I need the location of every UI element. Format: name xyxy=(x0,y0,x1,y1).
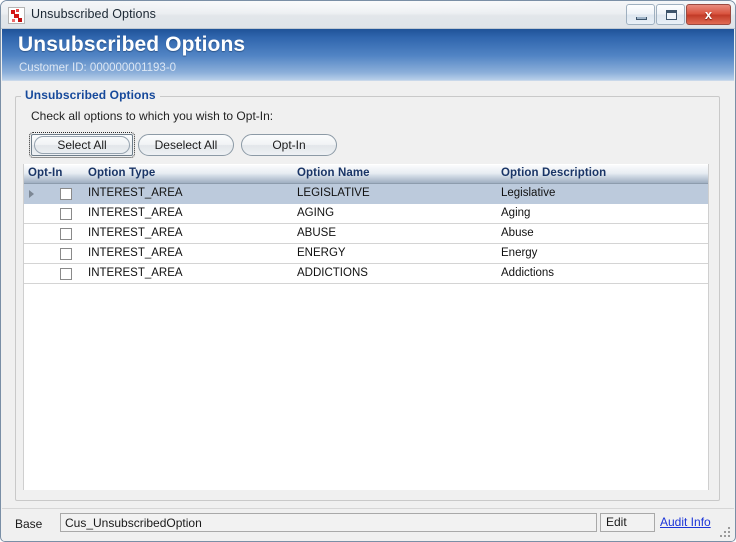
minimize-button[interactable] xyxy=(626,4,655,25)
instructions-text: Check all options to which you wish to O… xyxy=(31,109,274,123)
cell-option-type: INTEREST_AREA xyxy=(88,187,183,199)
select-all-button[interactable]: Select All xyxy=(29,132,135,158)
audit-info-link[interactable]: Audit Info xyxy=(660,515,711,529)
application-window: Unsubscribed Options x Unsubscribed Opti… xyxy=(0,0,736,542)
title-bar[interactable]: Unsubscribed Options x xyxy=(1,1,735,29)
cell-option-type: INTEREST_AREA xyxy=(88,207,183,219)
opt-in-button-label: Opt-In xyxy=(272,138,306,152)
deselect-all-button[interactable]: Deselect All xyxy=(138,134,234,156)
minimize-icon xyxy=(636,17,647,20)
opt-in-checkbox[interactable] xyxy=(60,188,72,200)
cell-option-name: AGING xyxy=(297,207,335,219)
cell-option-type: INTEREST_AREA xyxy=(88,247,183,259)
resize-grip-icon[interactable] xyxy=(719,526,731,538)
base-value-field[interactable]: Cus_UnsubscribedOption xyxy=(60,513,597,532)
opt-in-checkbox[interactable] xyxy=(60,228,72,240)
customer-id-label: Customer ID: 000000001193-0 xyxy=(19,62,177,74)
cell-option-name: LEGISLATIVE xyxy=(297,187,370,199)
options-data-grid[interactable]: Opt-In Option Type Option Name Option De… xyxy=(23,164,709,490)
deselect-all-button-label: Deselect All xyxy=(154,138,218,152)
table-row[interactable]: INTEREST_AREA ENERGY Energy xyxy=(24,244,708,264)
maximize-icon xyxy=(666,10,677,20)
close-button[interactable]: x xyxy=(686,4,731,25)
cell-option-name: ADDICTIONS xyxy=(297,267,368,279)
column-header-opt-in[interactable]: Opt-In xyxy=(28,167,62,179)
window-title: Unsubscribed Options xyxy=(31,7,156,21)
edit-button[interactable]: Edit xyxy=(600,513,655,532)
column-header-option-type[interactable]: Option Type xyxy=(88,167,155,179)
cell-option-name: ENERGY xyxy=(297,247,346,259)
column-header-option-description[interactable]: Option Description xyxy=(501,167,606,179)
cell-option-description: Aging xyxy=(501,207,531,219)
app-icon xyxy=(8,7,25,24)
opt-in-button[interactable]: Opt-In xyxy=(241,134,337,156)
cell-option-description: Addictions xyxy=(501,267,555,279)
page-title: Unsubscribed Options xyxy=(18,33,246,56)
cell-option-name: ABUSE xyxy=(297,227,336,239)
cell-option-description: Energy xyxy=(501,247,538,259)
table-row[interactable]: INTEREST_AREA ADDICTIONS Addictions xyxy=(24,264,708,284)
cell-option-type: INTEREST_AREA xyxy=(88,227,183,239)
base-label: Base xyxy=(15,517,43,531)
grid-header-row: Opt-In Option Type Option Name Option De… xyxy=(24,165,708,184)
groupbox-legend: Unsubscribed Options xyxy=(21,88,160,102)
row-indicator-icon xyxy=(29,190,34,198)
opt-in-checkbox[interactable] xyxy=(60,268,72,280)
maximize-button[interactable] xyxy=(656,4,685,25)
select-all-button-label: Select All xyxy=(57,138,107,152)
page-banner: Unsubscribed Options Customer ID: 000000… xyxy=(2,29,734,81)
close-icon: x xyxy=(704,7,713,22)
opt-in-checkbox[interactable] xyxy=(60,248,72,260)
table-row[interactable]: INTEREST_AREA AGING Aging xyxy=(24,204,708,224)
window-controls: x xyxy=(625,4,731,26)
cell-option-type: INTEREST_AREA xyxy=(88,267,183,279)
status-bar: Base Cus_UnsubscribedOption Edit Audit I… xyxy=(2,508,734,541)
cell-option-description: Abuse xyxy=(501,227,534,239)
opt-in-checkbox[interactable] xyxy=(60,208,72,220)
table-row[interactable]: INTEREST_AREA LEGISLATIVE Legislative xyxy=(24,184,708,204)
cell-option-description: Legislative xyxy=(501,187,556,199)
column-header-option-name[interactable]: Option Name xyxy=(297,167,370,179)
table-row[interactable]: INTEREST_AREA ABUSE Abuse xyxy=(24,224,708,244)
